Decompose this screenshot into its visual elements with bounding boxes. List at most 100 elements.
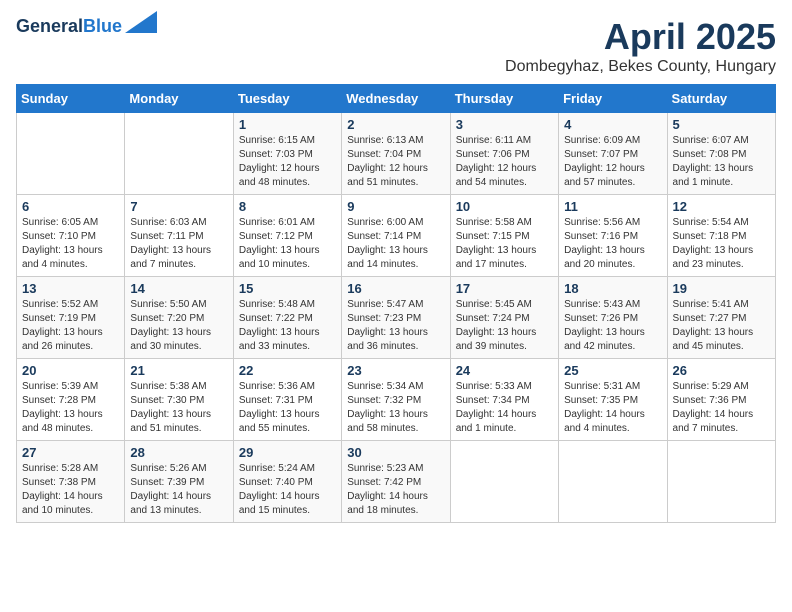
calendar-header-row: SundayMondayTuesdayWednesdayThursdayFrid…	[17, 85, 776, 113]
day-detail: Sunrise: 5:58 AM Sunset: 7:15 PM Dayligh…	[456, 216, 553, 272]
location-title: Dombegyhaz, Bekes County, Hungary	[505, 58, 776, 76]
day-number: 15	[239, 281, 336, 296]
calendar-cell: 1 Sunrise: 6:15 AM Sunset: 7:03 PM Daylig…	[233, 113, 341, 195]
day-detail: Sunrise: 6:11 AM Sunset: 7:06 PM Dayligh…	[456, 134, 553, 190]
calendar-body: 1 Sunrise: 6:15 AM Sunset: 7:03 PM Daylig…	[17, 113, 776, 523]
calendar-week-row: 13 Sunrise: 5:52 AM Sunset: 7:19 PM Dayli…	[17, 277, 776, 359]
day-detail: Sunrise: 5:39 AM Sunset: 7:28 PM Dayligh…	[22, 380, 119, 436]
day-header-thursday: Thursday	[450, 85, 558, 113]
day-detail: Sunrise: 5:33 AM Sunset: 7:34 PM Dayligh…	[456, 380, 553, 436]
calendar-cell: 23 Sunrise: 5:34 AM Sunset: 7:32 PM Dayli…	[342, 359, 450, 441]
day-number: 14	[130, 281, 227, 296]
day-number: 8	[239, 199, 336, 214]
calendar-table: SundayMondayTuesdayWednesdayThursdayFrid…	[16, 84, 776, 523]
day-detail: Sunrise: 6:13 AM Sunset: 7:04 PM Dayligh…	[347, 134, 444, 190]
calendar-cell	[17, 113, 125, 195]
calendar-cell: 20 Sunrise: 5:39 AM Sunset: 7:28 PM Dayli…	[17, 359, 125, 441]
calendar-cell: 24 Sunrise: 5:33 AM Sunset: 7:34 PM Dayli…	[450, 359, 558, 441]
day-number: 17	[456, 281, 553, 296]
day-detail: Sunrise: 6:15 AM Sunset: 7:03 PM Dayligh…	[239, 134, 336, 190]
day-detail: Sunrise: 6:03 AM Sunset: 7:11 PM Dayligh…	[130, 216, 227, 272]
day-number: 11	[564, 199, 661, 214]
calendar-cell: 5 Sunrise: 6:07 AM Sunset: 7:08 PM Daylig…	[667, 113, 775, 195]
day-number: 30	[347, 445, 444, 460]
day-detail: Sunrise: 5:28 AM Sunset: 7:38 PM Dayligh…	[22, 462, 119, 518]
calendar-cell: 27 Sunrise: 5:28 AM Sunset: 7:38 PM Dayli…	[17, 441, 125, 523]
calendar-cell	[450, 441, 558, 523]
day-detail: Sunrise: 5:24 AM Sunset: 7:40 PM Dayligh…	[239, 462, 336, 518]
logo: GeneralBlue	[16, 16, 157, 37]
day-number: 7	[130, 199, 227, 214]
calendar-cell: 14 Sunrise: 5:50 AM Sunset: 7:20 PM Dayli…	[125, 277, 233, 359]
calendar-cell: 10 Sunrise: 5:58 AM Sunset: 7:15 PM Dayli…	[450, 195, 558, 277]
day-number: 10	[456, 199, 553, 214]
title-area: April 2025 Dombegyhaz, Bekes County, Hun…	[505, 16, 776, 76]
calendar-week-row: 1 Sunrise: 6:15 AM Sunset: 7:03 PM Daylig…	[17, 113, 776, 195]
day-header-sunday: Sunday	[17, 85, 125, 113]
day-number: 25	[564, 363, 661, 378]
day-number: 29	[239, 445, 336, 460]
logo-icon	[125, 11, 157, 33]
day-detail: Sunrise: 6:05 AM Sunset: 7:10 PM Dayligh…	[22, 216, 119, 272]
calendar-cell: 6Sunrise: 6:05 AM Sunset: 7:10 PM Daylig…	[17, 195, 125, 277]
calendar-cell: 4 Sunrise: 6:09 AM Sunset: 7:07 PM Daylig…	[559, 113, 667, 195]
calendar-cell: 19Sunrise: 5:41 AM Sunset: 7:27 PM Dayli…	[667, 277, 775, 359]
logo-blue: Blue	[83, 16, 122, 36]
day-number: 18	[564, 281, 661, 296]
day-header-monday: Monday	[125, 85, 233, 113]
day-detail: Sunrise: 5:47 AM Sunset: 7:23 PM Dayligh…	[347, 298, 444, 354]
calendar-cell	[125, 113, 233, 195]
day-detail: Sunrise: 5:45 AM Sunset: 7:24 PM Dayligh…	[456, 298, 553, 354]
day-number: 21	[130, 363, 227, 378]
day-detail: Sunrise: 5:31 AM Sunset: 7:35 PM Dayligh…	[564, 380, 661, 436]
day-detail: Sunrise: 5:29 AM Sunset: 7:36 PM Dayligh…	[673, 380, 770, 436]
day-detail: Sunrise: 5:48 AM Sunset: 7:22 PM Dayligh…	[239, 298, 336, 354]
day-detail: Sunrise: 5:23 AM Sunset: 7:42 PM Dayligh…	[347, 462, 444, 518]
day-number: 26	[673, 363, 770, 378]
calendar-cell	[667, 441, 775, 523]
calendar-cell: 13 Sunrise: 5:52 AM Sunset: 7:19 PM Dayli…	[17, 277, 125, 359]
day-detail: Sunrise: 6:07 AM Sunset: 7:08 PM Dayligh…	[673, 134, 770, 190]
day-number: 16	[347, 281, 444, 296]
day-detail: Sunrise: 5:34 AM Sunset: 7:32 PM Dayligh…	[347, 380, 444, 436]
day-detail: Sunrise: 5:41 AM Sunset: 7:27 PM Dayligh…	[673, 298, 770, 354]
day-detail: Sunrise: 5:50 AM Sunset: 7:20 PM Dayligh…	[130, 298, 227, 354]
calendar-cell: 28Sunrise: 5:26 AM Sunset: 7:39 PM Dayli…	[125, 441, 233, 523]
day-number: 1	[239, 117, 336, 132]
calendar-cell: 9Sunrise: 6:00 AM Sunset: 7:14 PM Daylig…	[342, 195, 450, 277]
day-number: 5	[673, 117, 770, 132]
calendar-cell: 15 Sunrise: 5:48 AM Sunset: 7:22 PM Dayli…	[233, 277, 341, 359]
day-number: 22	[239, 363, 336, 378]
calendar-cell: 30 Sunrise: 5:23 AM Sunset: 7:42 PM Dayli…	[342, 441, 450, 523]
logo-text: GeneralBlue	[16, 16, 122, 37]
day-number: 3	[456, 117, 553, 132]
calendar-cell: 26 Sunrise: 5:29 AM Sunset: 7:36 PM Dayli…	[667, 359, 775, 441]
day-number: 4	[564, 117, 661, 132]
day-number: 20	[22, 363, 119, 378]
day-detail: Sunrise: 6:00 AM Sunset: 7:14 PM Dayligh…	[347, 216, 444, 272]
calendar-cell: 11Sunrise: 5:56 AM Sunset: 7:16 PM Dayli…	[559, 195, 667, 277]
day-detail: Sunrise: 5:52 AM Sunset: 7:19 PM Dayligh…	[22, 298, 119, 354]
day-header-wednesday: Wednesday	[342, 85, 450, 113]
day-number: 24	[456, 363, 553, 378]
calendar-cell: 12Sunrise: 5:54 AM Sunset: 7:18 PM Dayli…	[667, 195, 775, 277]
month-title: April 2025	[505, 16, 776, 58]
calendar-cell: 22Sunrise: 5:36 AM Sunset: 7:31 PM Dayli…	[233, 359, 341, 441]
calendar-cell: 16 Sunrise: 5:47 AM Sunset: 7:23 PM Dayli…	[342, 277, 450, 359]
calendar-cell: 17 Sunrise: 5:45 AM Sunset: 7:24 PM Dayli…	[450, 277, 558, 359]
calendar-cell: 18Sunrise: 5:43 AM Sunset: 7:26 PM Dayli…	[559, 277, 667, 359]
calendar-cell: 25 Sunrise: 5:31 AM Sunset: 7:35 PM Dayli…	[559, 359, 667, 441]
calendar-cell	[559, 441, 667, 523]
calendar-cell: 2Sunrise: 6:13 AM Sunset: 7:04 PM Daylig…	[342, 113, 450, 195]
calendar-cell: 7 Sunrise: 6:03 AM Sunset: 7:11 PM Daylig…	[125, 195, 233, 277]
day-number: 28	[130, 445, 227, 460]
day-detail: Sunrise: 5:38 AM Sunset: 7:30 PM Dayligh…	[130, 380, 227, 436]
day-detail: Sunrise: 6:01 AM Sunset: 7:12 PM Dayligh…	[239, 216, 336, 272]
day-header-tuesday: Tuesday	[233, 85, 341, 113]
calendar-cell: 3 Sunrise: 6:11 AM Sunset: 7:06 PM Daylig…	[450, 113, 558, 195]
day-number: 13	[22, 281, 119, 296]
day-header-saturday: Saturday	[667, 85, 775, 113]
day-detail: Sunrise: 6:09 AM Sunset: 7:07 PM Dayligh…	[564, 134, 661, 190]
day-number: 27	[22, 445, 119, 460]
day-number: 23	[347, 363, 444, 378]
